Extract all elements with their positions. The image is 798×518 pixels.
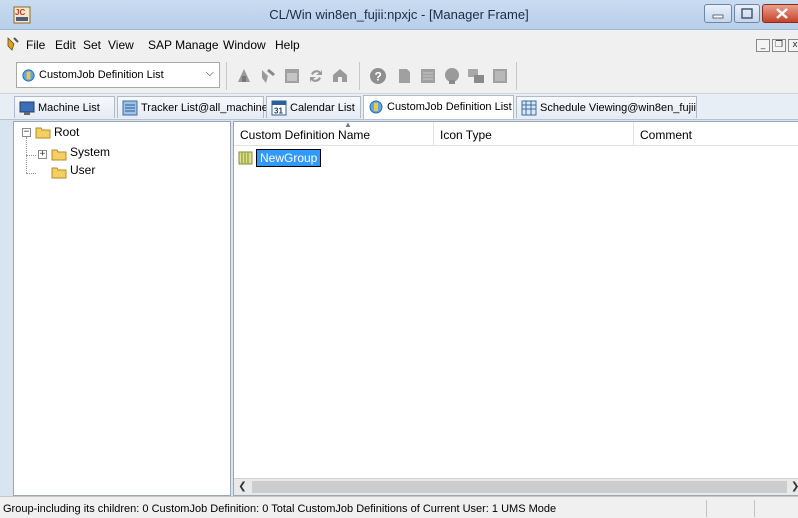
- schedule-icon: [521, 100, 537, 116]
- customjob-icon: [22, 69, 35, 82]
- customjob-icon: [369, 100, 383, 114]
- tracker-icon: [122, 100, 138, 116]
- scroll-right-icon[interactable]: ❯: [791, 479, 798, 495]
- tab-label: Schedule Viewing@win8en_fujii: [540, 102, 696, 114]
- list-header: ▲ Custom Definition Name Icon Type Comme…: [234, 120, 798, 146]
- mdi-restore-button[interactable]: ❐: [772, 39, 786, 52]
- help-icon[interactable]: ?: [368, 66, 388, 86]
- view-select-value: CustomJob Definition List: [39, 69, 164, 81]
- column-header-comment[interactable]: Comment: [634, 122, 798, 146]
- collapse-toggle[interactable]: −: [22, 128, 31, 137]
- status-text: Group-including its children: 0 CustomJo…: [3, 503, 557, 515]
- tree-node-label: Root: [54, 125, 80, 139]
- machine-icon[interactable]: [234, 66, 254, 86]
- folder-open-icon: [35, 127, 51, 139]
- tree-node-label: System: [70, 145, 111, 159]
- column-header-icon-type[interactable]: Icon Type: [434, 122, 634, 146]
- tree-node-label: User: [70, 163, 96, 177]
- scroll-thumb[interactable]: [252, 481, 787, 493]
- customjob-list[interactable]: ▲ Custom Definition Name Icon Type Comme…: [233, 120, 798, 496]
- svg-text:?: ?: [375, 70, 382, 84]
- status-separator: [754, 500, 755, 517]
- close-button[interactable]: [762, 4, 798, 23]
- maximize-button[interactable]: [734, 4, 760, 23]
- menu-window[interactable]: Window: [223, 38, 266, 52]
- column-header-label: Custom Definition Name: [240, 128, 371, 142]
- menu-bar: File Edit Set View SAP Manage Window Hel…: [0, 30, 798, 58]
- tracker-icon[interactable]: [258, 66, 278, 86]
- minimize-icon: [712, 14, 724, 19]
- tree-node-system[interactable]: + System: [14, 142, 224, 161]
- minimize-button[interactable]: [704, 4, 732, 23]
- view-select[interactable]: CustomJob Definition List ⌵: [16, 62, 220, 88]
- mdi-close-button[interactable]: x: [788, 39, 798, 52]
- calendar-icon: 31: [271, 100, 287, 116]
- tab-label: Tracker List@all_machine: [141, 102, 268, 114]
- tab-label: CustomJob Definition List: [387, 101, 512, 113]
- group-icon: [238, 151, 253, 165]
- chevron-down-icon: ⌵: [205, 67, 214, 79]
- name-edit-field[interactable]: NewGroup: [256, 149, 322, 167]
- home-icon[interactable]: [330, 66, 350, 86]
- column-header-label: Comment: [640, 128, 693, 142]
- svg-text:31: 31: [274, 107, 283, 116]
- document-icon[interactable]: [394, 66, 414, 86]
- status-separator: [706, 500, 707, 517]
- restore-icon: [741, 8, 753, 19]
- tab-calendar-list[interactable]: 31 Calendar List: [266, 96, 361, 118]
- tab-machine-list[interactable]: Machine List: [14, 96, 115, 118]
- refresh-icon[interactable]: [306, 66, 326, 86]
- column-header-name[interactable]: ▲ Custom Definition Name: [234, 120, 434, 146]
- menu-set[interactable]: Set: [83, 38, 101, 52]
- sap-icon[interactable]: [466, 66, 486, 86]
- tab-label: Machine List: [38, 102, 100, 114]
- list-icon[interactable]: [418, 66, 438, 86]
- toolbar: CustomJob Definition List ⌵ ?: [0, 58, 798, 94]
- calendar-icon[interactable]: [282, 66, 302, 86]
- tab-bar: Machine List Tracker List@all_machine 31…: [0, 94, 798, 120]
- app-menu-icon[interactable]: [5, 36, 21, 52]
- toolbar-separator: [516, 62, 517, 90]
- window-title: CL/Win win8en_fujii:npxjc - [Manager Fra…: [269, 7, 529, 22]
- monitor-icon: [19, 101, 35, 115]
- toolbar-separator: [226, 62, 227, 90]
- tab-tracker-list[interactable]: Tracker List@all_machine: [117, 96, 268, 118]
- status-bar: Group-including its children: 0 CustomJo…: [0, 496, 798, 518]
- close-icon: [776, 8, 788, 19]
- scroll-left-icon[interactable]: ❮: [234, 479, 251, 495]
- menu-sap-manage[interactable]: SAP Manage: [148, 38, 219, 52]
- group-tree[interactable]: − Root + System User: [13, 121, 231, 496]
- mdi-minimize-button[interactable]: _: [756, 39, 770, 52]
- folder-icon: [51, 167, 67, 179]
- expand-toggle[interactable]: +: [38, 150, 47, 159]
- tree-node-root[interactable]: − Root: [14, 124, 224, 142]
- column-header-label: Icon Type: [440, 128, 492, 142]
- customjob-icon[interactable]: [442, 66, 462, 86]
- menu-edit[interactable]: Edit: [55, 38, 76, 52]
- menu-help[interactable]: Help: [275, 38, 300, 52]
- menu-view[interactable]: View: [108, 38, 134, 52]
- grid-icon[interactable]: [490, 66, 510, 86]
- tab-customjob-definition-list[interactable]: CustomJob Definition List: [363, 95, 514, 119]
- horizontal-scrollbar[interactable]: ❮ ❯: [234, 478, 798, 495]
- tree-node-user[interactable]: User: [14, 160, 224, 179]
- title-bar[interactable]: JC CL/Win win8en_fujii:npxjc - [Manager …: [0, 0, 798, 30]
- tab-label: Calendar List: [290, 102, 355, 114]
- tab-schedule-viewing[interactable]: Schedule Viewing@win8en_fujii: [516, 96, 697, 118]
- toolbar-separator: [359, 62, 360, 90]
- menu-file[interactable]: File: [26, 38, 45, 52]
